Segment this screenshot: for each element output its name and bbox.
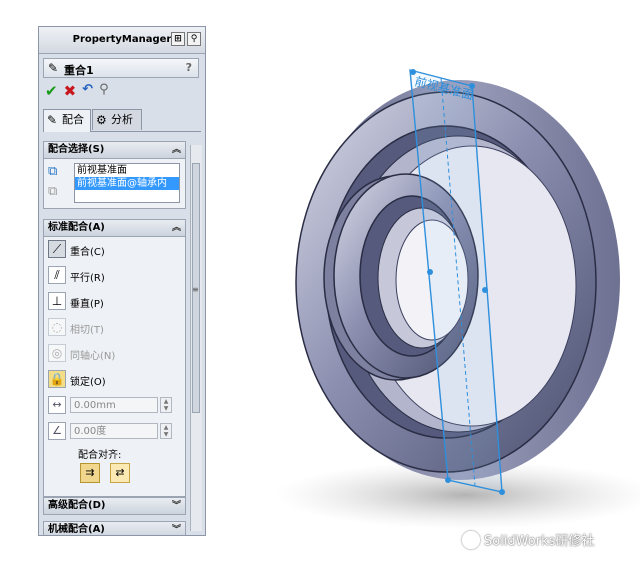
aligned-button[interactable]: ⇉ xyxy=(80,463,100,483)
anti-aligned-button[interactable]: ⇄ xyxy=(110,463,130,483)
distance-icon[interactable]: ↔ xyxy=(48,396,66,414)
advanced-mates-group: 高级配合(D) ︾ xyxy=(43,497,186,515)
mate-coincident-label: 重合(C) xyxy=(70,247,105,258)
tab-analysis-label: 分析 xyxy=(111,113,133,126)
ok-button[interactable]: ✔ xyxy=(45,82,58,100)
scrollbar-grip-icon: ≡ xyxy=(192,285,199,294)
plane-handle[interactable] xyxy=(427,269,433,275)
expand-chevron-icon[interactable]: ︾ xyxy=(172,498,181,514)
undo-button[interactable]: ↶ xyxy=(82,82,93,100)
mate-parallel-label: 平行(R) xyxy=(70,273,105,284)
tangent-icon: ◌ xyxy=(48,318,66,336)
mate-tangent: ◌ 相切(T) xyxy=(44,315,185,341)
feature-name: 重合1 xyxy=(64,64,94,77)
concentric-icon: ◎ xyxy=(48,344,66,362)
mate-selection-item[interactable]: 前视基准面@轴承内 xyxy=(75,177,179,190)
angle-icon[interactable]: ∠ xyxy=(48,422,66,440)
mate-selection-title: 配合选择(S) xyxy=(48,144,105,155)
mate-tangent-label: 相切(T) xyxy=(70,325,104,336)
plane-handle[interactable] xyxy=(410,69,416,75)
mate-paperclip-icon: ✎ xyxy=(48,61,59,75)
plane-handle[interactable] xyxy=(445,477,451,483)
standard-mates-title: 标准配合(A) xyxy=(48,222,105,233)
mate-parallel[interactable]: ⫽ 平行(R) xyxy=(44,263,185,289)
distance-stepper[interactable]: ▲ ▼ xyxy=(160,397,172,413)
mechanical-mates-title: 机械配合(A) xyxy=(48,524,105,535)
property-manager-title: PropertyManager xyxy=(72,34,172,45)
mechanical-mates-group: 机械配合(A) ︾ xyxy=(43,521,186,535)
standard-mates-group: 标准配合(A) ︽ ⟋ 重合(C) ⫽ 平行(R) ⊥ 垂直(P) ◌ 相切(T… xyxy=(43,219,186,497)
cancel-button[interactable]: ✖ xyxy=(64,82,77,100)
mate-perpendicular-label: 垂直(P) xyxy=(70,299,104,310)
mate-selection-item[interactable]: 前视基准面 xyxy=(75,164,179,177)
tab-mates-label: 配合 xyxy=(62,113,84,126)
tab-strip: ✎ 配合 ⚙ 分析 xyxy=(43,109,201,132)
feature-name-bar: ✎ 重合1 ? xyxy=(43,58,199,78)
angle-stepper[interactable]: ▲ ▼ xyxy=(160,423,172,439)
model-view[interactable]: 前视基准面 xyxy=(210,0,640,570)
wechat-logo-icon xyxy=(462,530,480,549)
property-manager-title-bar: PropertyManager ⊞ ⚲ xyxy=(39,27,205,54)
advanced-mates-title: 高级配合(D) xyxy=(48,500,106,511)
mate-tab-icon: ✎ xyxy=(47,113,58,127)
mate-alignment-label: 配合对齐: xyxy=(78,450,122,461)
watermark: SolidWorks研修社 xyxy=(462,530,594,549)
panel-scrollbar[interactable]: ≡ xyxy=(190,145,202,531)
tab-mates[interactable]: ✎ 配合 xyxy=(43,109,91,132)
coincident-icon[interactable]: ⟋ xyxy=(48,240,66,258)
perpendicular-icon[interactable]: ⊥ xyxy=(48,292,66,310)
mate-concentric-label: 同轴心(N) xyxy=(70,351,116,362)
mate-lock-label: 锁定(O) xyxy=(70,377,106,388)
collapse-chevron-icon[interactable]: ︽ xyxy=(172,220,181,236)
lock-icon[interactable]: 🔒 xyxy=(48,370,66,388)
selected-entities-icon: ⧉ xyxy=(48,164,58,179)
keep-visible-pin-button[interactable]: ⚲ xyxy=(99,82,109,100)
mate-selection-group: 配合选择(S) ︽ ⧉ ⧉ 前视基准面 前视基准面@轴承内 xyxy=(43,141,186,209)
mate-coincident[interactable]: ⟋ 重合(C) xyxy=(44,237,185,263)
property-manager-panel: PropertyManager ⊞ ⚲ ✎ 重合1 ? ✔ ✖ ↶ ⚲ ✎ 配合… xyxy=(38,26,206,536)
expand-chevron-icon[interactable]: ︾ xyxy=(172,522,181,535)
common-references-icon: ⧉ xyxy=(48,184,58,199)
distance-row: ↔ 0.00mm ▲ ▼ xyxy=(44,393,185,419)
help-icon[interactable]: ? xyxy=(186,61,192,74)
mate-selection-list[interactable]: 前视基准面 前视基准面@轴承内 xyxy=(74,163,180,203)
analysis-tab-icon: ⚙ xyxy=(96,113,107,127)
pin-icon[interactable]: ⚲ xyxy=(187,32,201,46)
distance-input[interactable]: 0.00mm xyxy=(70,397,158,413)
plane-handle[interactable] xyxy=(482,287,488,293)
tab-analysis[interactable]: ⚙ 分析 xyxy=(92,109,142,130)
mate-concentric: ◎ 同轴心(N) xyxy=(44,341,185,367)
advanced-mates-header[interactable]: 高级配合(D) ︾ xyxy=(44,498,185,515)
mate-perpendicular[interactable]: ⊥ 垂直(P) xyxy=(44,289,185,315)
angle-row: ∠ 0.00度 ▲ ▼ xyxy=(44,419,185,445)
angle-input[interactable]: 0.00度 xyxy=(70,423,158,439)
action-buttons: ✔ ✖ ↶ ⚲ xyxy=(45,82,109,100)
collapse-chevron-icon[interactable]: ︽ xyxy=(172,142,181,158)
mechanical-mates-header[interactable]: 机械配合(A) ︾ xyxy=(44,522,185,535)
graphics-viewport[interactable]: 前视基准面 xyxy=(210,0,640,570)
plane-handle[interactable] xyxy=(499,489,505,495)
watermark-text: SolidWorks研修社 xyxy=(484,534,595,549)
mate-selection-header[interactable]: 配合选择(S) ︽ xyxy=(44,142,185,159)
parallel-icon[interactable]: ⫽ xyxy=(48,266,66,284)
tree-display-icon[interactable]: ⊞ xyxy=(171,32,185,46)
mate-lock[interactable]: 🔒 锁定(O) xyxy=(44,367,185,393)
standard-mates-header[interactable]: 标准配合(A) ︽ xyxy=(44,220,185,237)
